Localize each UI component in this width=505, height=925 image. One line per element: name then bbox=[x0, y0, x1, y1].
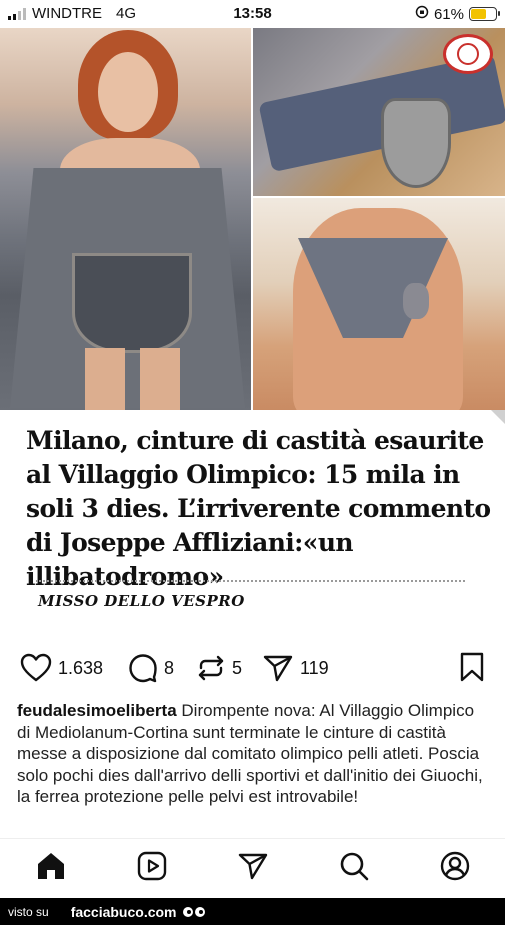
nav-home[interactable] bbox=[31, 849, 71, 889]
nav-profile[interactable] bbox=[435, 849, 475, 889]
caption-username[interactable]: feudalesimoeliberta bbox=[17, 701, 177, 720]
photo-woman-costume bbox=[0, 28, 251, 410]
heart-icon bbox=[20, 653, 52, 683]
article-headline: Milano, cinture di castità esaurite al V… bbox=[26, 426, 491, 591]
battery-percent: 61% bbox=[433, 5, 464, 23]
corner-fold bbox=[491, 410, 505, 424]
photo-metal-belt bbox=[253, 198, 505, 410]
status-right: 61% bbox=[415, 5, 500, 23]
like-button[interactable]: 1.638 bbox=[20, 653, 103, 683]
profile-icon bbox=[439, 850, 471, 887]
battery-icon bbox=[469, 7, 500, 21]
watermark-prefix: visto su bbox=[8, 904, 49, 919]
photo-padlock-belt bbox=[253, 28, 505, 196]
reels-icon bbox=[136, 850, 168, 887]
post-caption: feudalesimoeliberta Dirompente nova: Al … bbox=[17, 700, 487, 808]
comment-count: 8 bbox=[164, 657, 175, 678]
repost-icon bbox=[196, 653, 226, 683]
send-icon bbox=[262, 653, 294, 683]
watermark-bar: visto su facciabuco.com bbox=[0, 898, 505, 925]
nav-messages[interactable] bbox=[233, 849, 273, 889]
news-logo-badge bbox=[443, 34, 493, 74]
eyes-icon bbox=[182, 906, 205, 917]
article-source: MISSO DELLO VESPRO bbox=[38, 592, 245, 610]
share-button[interactable]: 119 bbox=[262, 653, 329, 683]
bookmark-icon bbox=[459, 652, 485, 686]
send-icon bbox=[237, 850, 269, 887]
post-media[interactable]: Milano, cinture di castità esaurite al V… bbox=[0, 28, 505, 632]
post-actions: 1.638 8 5 119 bbox=[0, 640, 505, 696]
like-count: 1.638 bbox=[58, 657, 104, 678]
save-button[interactable] bbox=[459, 652, 485, 687]
home-icon bbox=[35, 850, 67, 887]
repost-count: 5 bbox=[232, 657, 243, 678]
comment-button[interactable]: 8 bbox=[128, 653, 174, 683]
watermark-brand: facciabuco.com bbox=[70, 903, 177, 920]
orientation-lock-icon bbox=[415, 5, 429, 23]
repost-button[interactable]: 5 bbox=[196, 653, 242, 683]
nav-reels[interactable] bbox=[132, 849, 172, 889]
headline-card: Milano, cinture di castità esaurite al V… bbox=[0, 410, 505, 632]
status-bar: WINDTRE 4G 13:58 61% bbox=[0, 0, 505, 28]
nav-search[interactable] bbox=[334, 849, 374, 889]
divider bbox=[36, 580, 465, 582]
comment-icon bbox=[128, 653, 158, 683]
search-icon bbox=[338, 850, 370, 887]
share-count: 119 bbox=[300, 657, 329, 678]
bottom-nav bbox=[0, 838, 505, 898]
